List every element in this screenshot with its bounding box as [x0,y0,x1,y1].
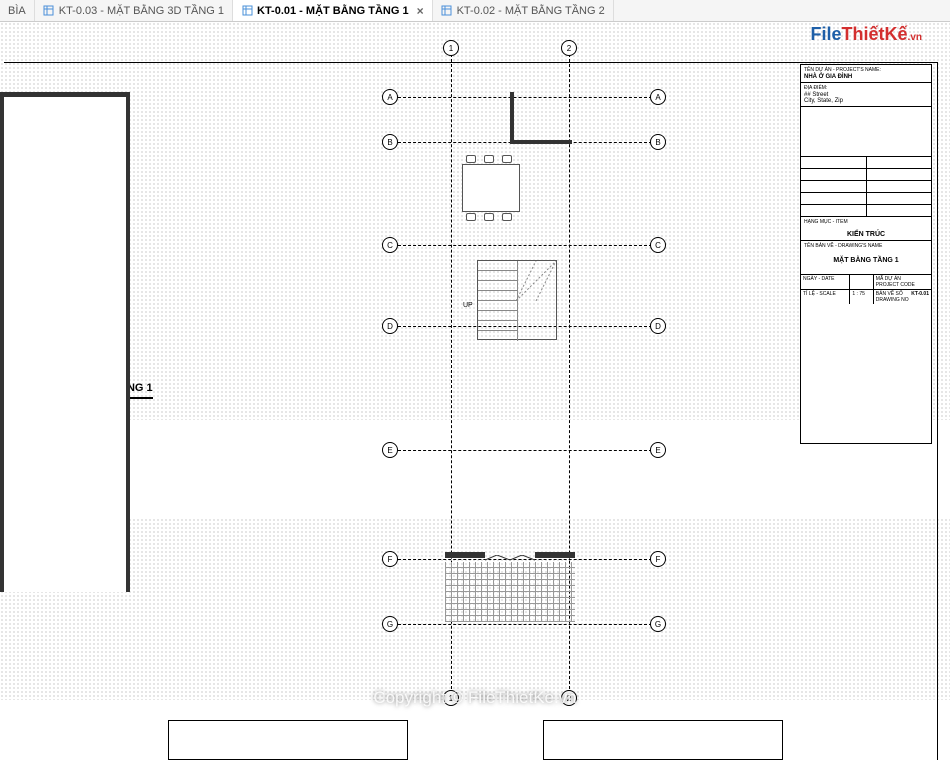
date-label: NGÀY - DATE [803,276,835,282]
grid-bubble-2-top: 2 [561,40,577,56]
grid-bubble-b-l: B [382,134,398,150]
sheet-border [937,62,938,760]
drawing-label: TÊN BẢN VẼ - DRAWING'S NAME [804,243,928,249]
location-label: ĐỊA ĐIỂM: [804,85,928,91]
floorplan-wall [510,140,572,144]
tab-bia[interactable]: BÌA [0,0,35,21]
sheet-icon [441,5,453,17]
tab-kt003[interactable]: KT-0.03 - MẶT BẰNG 3D TẦNG 1 [35,0,233,21]
projcode-label: MÃ DỰ ÁN PROJECT CODE [874,275,931,289]
adjacent-blocks [0,710,950,760]
close-icon[interactable]: × [417,4,424,18]
grid-bubble-b-r: B [650,134,666,150]
grid-line-g [398,624,652,625]
tab-label: BÌA [8,5,26,17]
stair-up-label: UP [463,302,473,309]
door-opening [485,552,535,562]
grid-bubble-g-r: G [650,616,666,632]
grid-bubble-c-l: C [382,237,398,253]
sheet-border [4,62,938,63]
scale-label: TỈ LỆ - SCALE [803,291,836,297]
tab-bar: BÌA KT-0.03 - MẶT BẰNG 3D TẦNG 1 KT-0.01… [0,0,950,22]
grid-bubble-1-top: 1 [443,40,459,56]
sheet-icon [241,5,253,17]
entry-area [445,562,575,622]
title-block: TÊN DỰ ÁN - PROJECT'S NAME: NHÀ Ở GIA ĐÌ… [800,64,932,444]
tab-label: KT-0.03 - MẶT BẰNG 3D TẦNG 1 [59,5,224,17]
watermark-logo: FileThiếtKế.vn [811,24,922,45]
item-label: HẠNG MỤC - ITEM [804,219,928,225]
floorplan-wall [510,92,514,144]
floorplan-walls [0,92,130,592]
tab-label: KT-0.02 - MẶT BẰNG TẦNG 2 [457,5,605,17]
grid-line-a [398,97,652,98]
grid-bubble-d-l: D [382,318,398,334]
floorplan-wall [535,552,575,558]
grid-bubble-a-r: A [650,89,666,105]
grid-line-e [398,450,652,451]
grid-line-c [398,245,652,246]
dwgno-label: BẢN VẼ SỐ DRAWING NO [876,291,909,303]
grid-bubble-a-l: A [382,89,398,105]
floorplan-wall [445,552,485,558]
tab-kt001[interactable]: KT-0.01 - MẶT BẰNG TẦNG 1 × [233,0,433,21]
grid-bubble-c-r: C [650,237,666,253]
tab-label: KT-0.01 - MẶT BẰNG TẦNG 1 [257,5,409,17]
grid-bubble-e-r: E [650,442,666,458]
grid-bubble-e-l: E [382,442,398,458]
location-value: ## Street City, State, Zip [804,92,928,104]
dining-table [462,164,520,212]
dwgno-value: KT-0.01 [911,291,929,303]
grid-bubble-f-l: F [382,551,398,567]
sheet-icon [43,5,55,17]
drawing-canvas[interactable]: TÊN DỰ ÁN - PROJECT'S NAME: NHÀ Ở GIA ĐÌ… [0,22,950,760]
tab-kt002[interactable]: KT-0.02 - MẶT BẰNG TẦNG 2 [433,0,614,21]
grid-bubble-f-r: F [650,551,666,567]
grid-bubble-d-r: D [650,318,666,334]
item-value: KIẾN TRÚC [804,231,928,238]
project-label: TÊN DỰ ÁN - PROJECT'S NAME: [804,67,928,73]
project-name: NHÀ Ở GIA ĐÌNH [804,74,928,80]
floorplan-wall [0,92,130,97]
copyright-watermark: Copyright © FileThietKe.vn [373,688,576,708]
scale-value: 1 : 75 [852,291,865,297]
stairs [477,260,557,340]
drawing-name: MẶT BẰNG TẦNG 1 [804,257,928,264]
grid-bubble-g-l: G [382,616,398,632]
